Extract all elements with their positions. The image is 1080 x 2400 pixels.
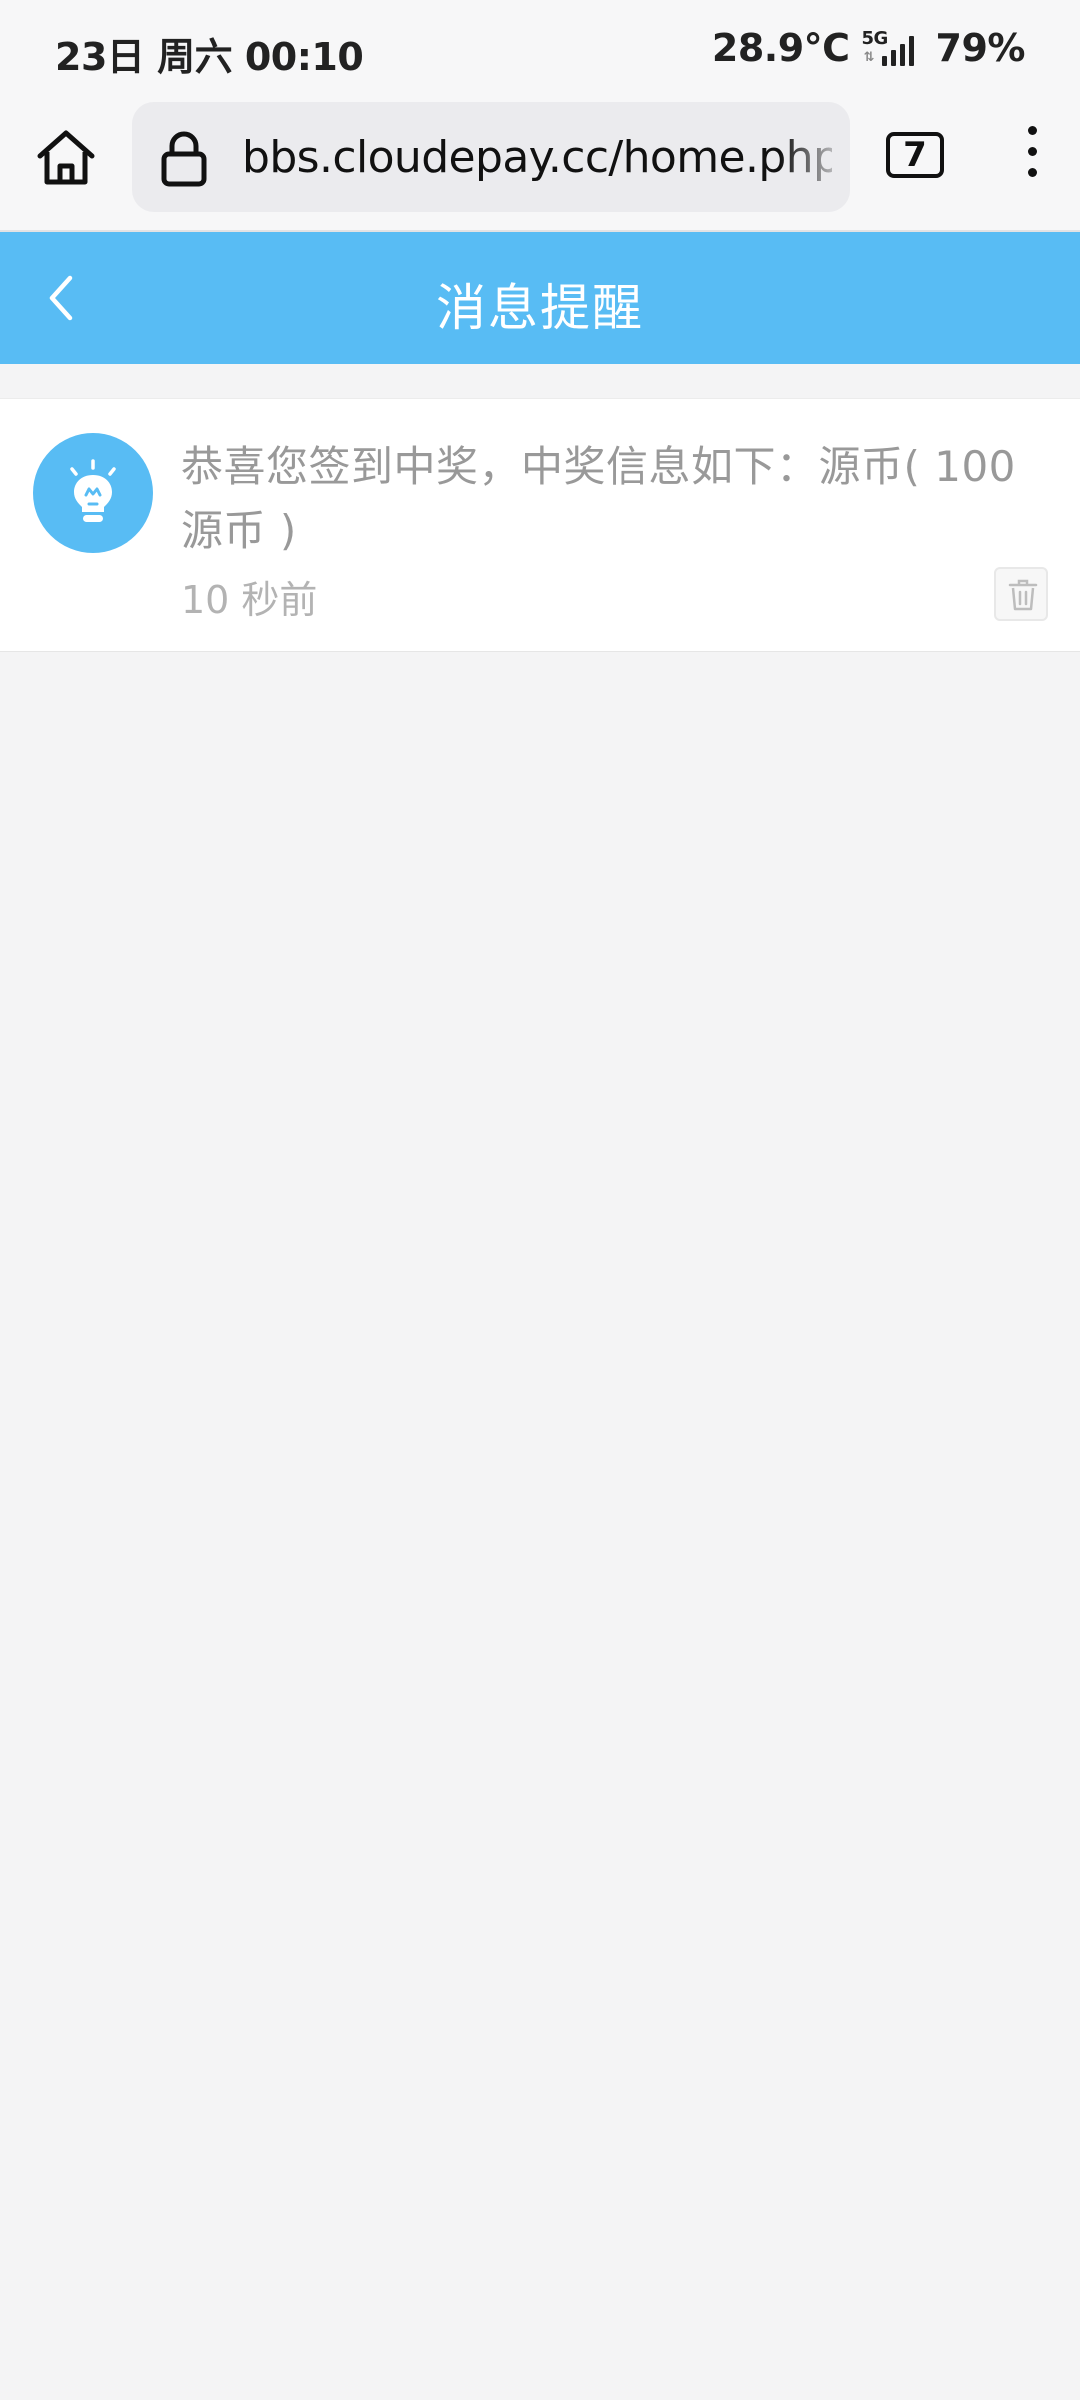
signal-bars-icon <box>881 36 914 66</box>
page-title: 消息提醒 <box>436 279 644 337</box>
data-arrows-icon: ⇅ <box>863 50 875 65</box>
status-bar: 23日 周六 00:10 28.9°C 5G ⇅ 79% <box>0 0 1080 100</box>
status-battery: 79% <box>935 26 1026 70</box>
tab-switcher-button[interactable]: 7 <box>886 132 944 178</box>
url-text: bbs.cloudepay.cc/home.php?mod=space&do=n… <box>242 132 832 183</box>
status-temperature: 28.9°C <box>711 26 850 70</box>
delete-button[interactable] <box>994 567 1048 621</box>
notification-text: 恭喜您签到中奖，中奖信息如下：源币( 100源币 ) <box>181 442 1016 555</box>
home-button[interactable] <box>32 124 100 192</box>
screen: 23日 周六 00:10 28.9°C 5G ⇅ 79% bbs.cloudep… <box>0 0 1080 2400</box>
status-indicators: 28.9°C 5G ⇅ 79% <box>711 26 1026 70</box>
url-fade <box>780 102 850 212</box>
notification-time: 10 秒前 <box>181 578 318 622</box>
notification-item[interactable]: 恭喜您签到中奖，中奖信息如下：源币( 100源币 ) 10 秒前 <box>0 398 1080 652</box>
address-bar[interactable]: bbs.cloudepay.cc/home.php?mod=space&do=n… <box>132 102 850 212</box>
trash-icon <box>1008 579 1038 611</box>
more-menu-icon[interactable] <box>1018 126 1046 190</box>
status-datetime: 23日 周六 00:10 <box>55 35 364 79</box>
notification-avatar <box>33 433 153 553</box>
page-header: 消息提醒 <box>0 232 1080 364</box>
browser-toolbar: bbs.cloudepay.cc/home.php?mod=space&do=n… <box>0 100 1080 232</box>
signal-icon: 5G ⇅ <box>862 28 924 68</box>
lightbulb-icon <box>70 459 116 522</box>
lock-icon <box>161 131 207 187</box>
home-icon <box>37 130 95 185</box>
